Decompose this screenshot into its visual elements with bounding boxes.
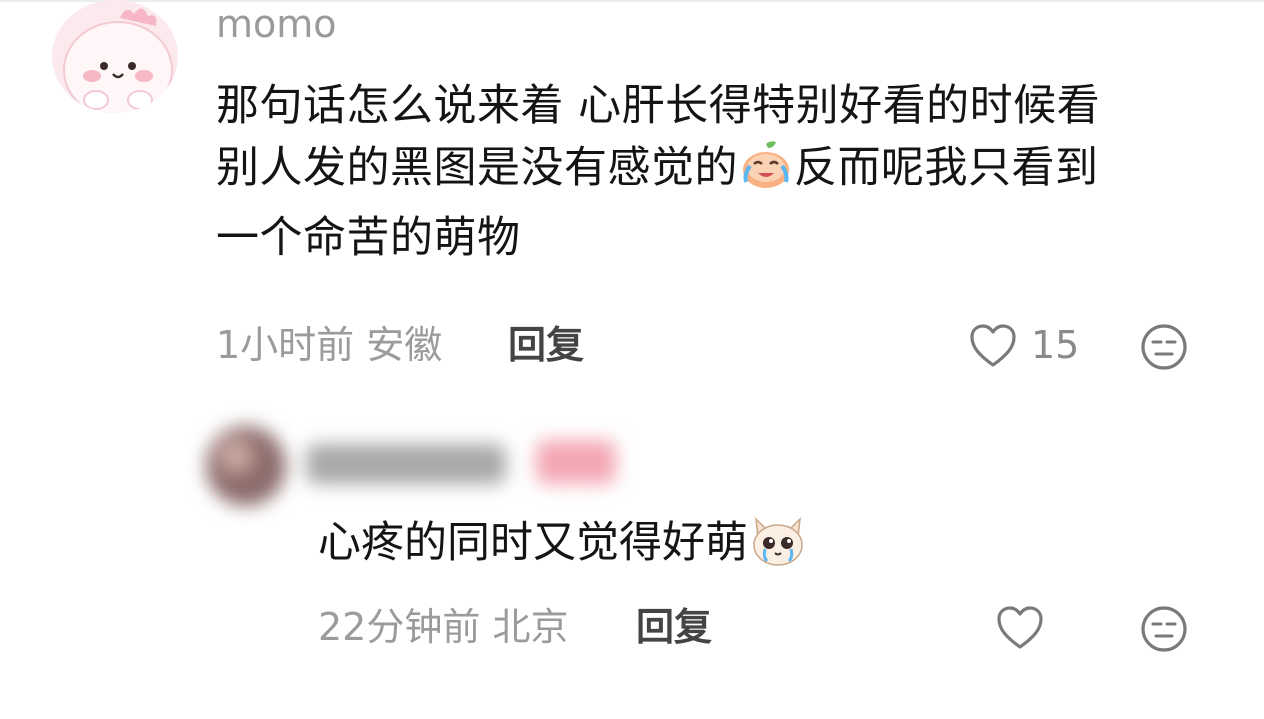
comment-meta: 1小时前 安徽	[216, 322, 442, 368]
heart-icon	[997, 606, 1043, 649]
reply-meta: 22分钟前 北京	[318, 604, 568, 650]
like-count: 15	[1031, 323, 1080, 367]
blurred-reply-user	[196, 410, 656, 520]
sub-reply-button[interactable]: 回复	[636, 604, 712, 650]
comment-line-3: 一个命苦的萌物	[216, 213, 521, 263]
avatar-mascot-image	[52, 0, 178, 113]
reply-text: 心疼的同时又觉得好萌	[318, 512, 806, 584]
dislike-button[interactable]	[1140, 323, 1188, 375]
comment-text: 那句话怎么说来着 心肝长得特别好看的时候看 别人发的黑图是没有感觉的 反而呢我只…	[216, 75, 1226, 269]
like-button[interactable]	[969, 323, 1017, 373]
sub-like-button[interactable]	[996, 605, 1044, 655]
neutral-face-icon	[1141, 606, 1187, 652]
comment-time: 1小时前	[216, 323, 355, 367]
username[interactable]: momo	[216, 2, 337, 46]
comment-line-1: 那句话怎么说来着 心肝长得特别好看的时候看	[216, 81, 1101, 131]
reply-button[interactable]: 回复	[508, 322, 584, 368]
reply-text-segment: 心疼的同时又觉得好萌	[318, 518, 748, 568]
avatar[interactable]	[52, 0, 178, 113]
neutral-face-icon	[1141, 324, 1187, 370]
comment-text-segment: 别人发的黑图是没有感觉的	[216, 143, 738, 193]
comment-text-segment: 反而呢我只看到	[794, 143, 1099, 193]
heart-icon	[970, 324, 1016, 367]
comment-line-2: 别人发的黑图是没有感觉的 反而呢我只看到	[216, 137, 1226, 207]
crying-cat-emoji-icon	[750, 513, 806, 584]
top-divider	[0, 0, 1264, 2]
comment-location: 安徽	[366, 323, 443, 367]
reply-time: 22分钟前	[318, 605, 481, 649]
crying-peach-emoji-icon	[740, 140, 792, 207]
sub-dislike-button[interactable]	[1140, 605, 1188, 657]
reply-location: 北京	[492, 605, 569, 649]
